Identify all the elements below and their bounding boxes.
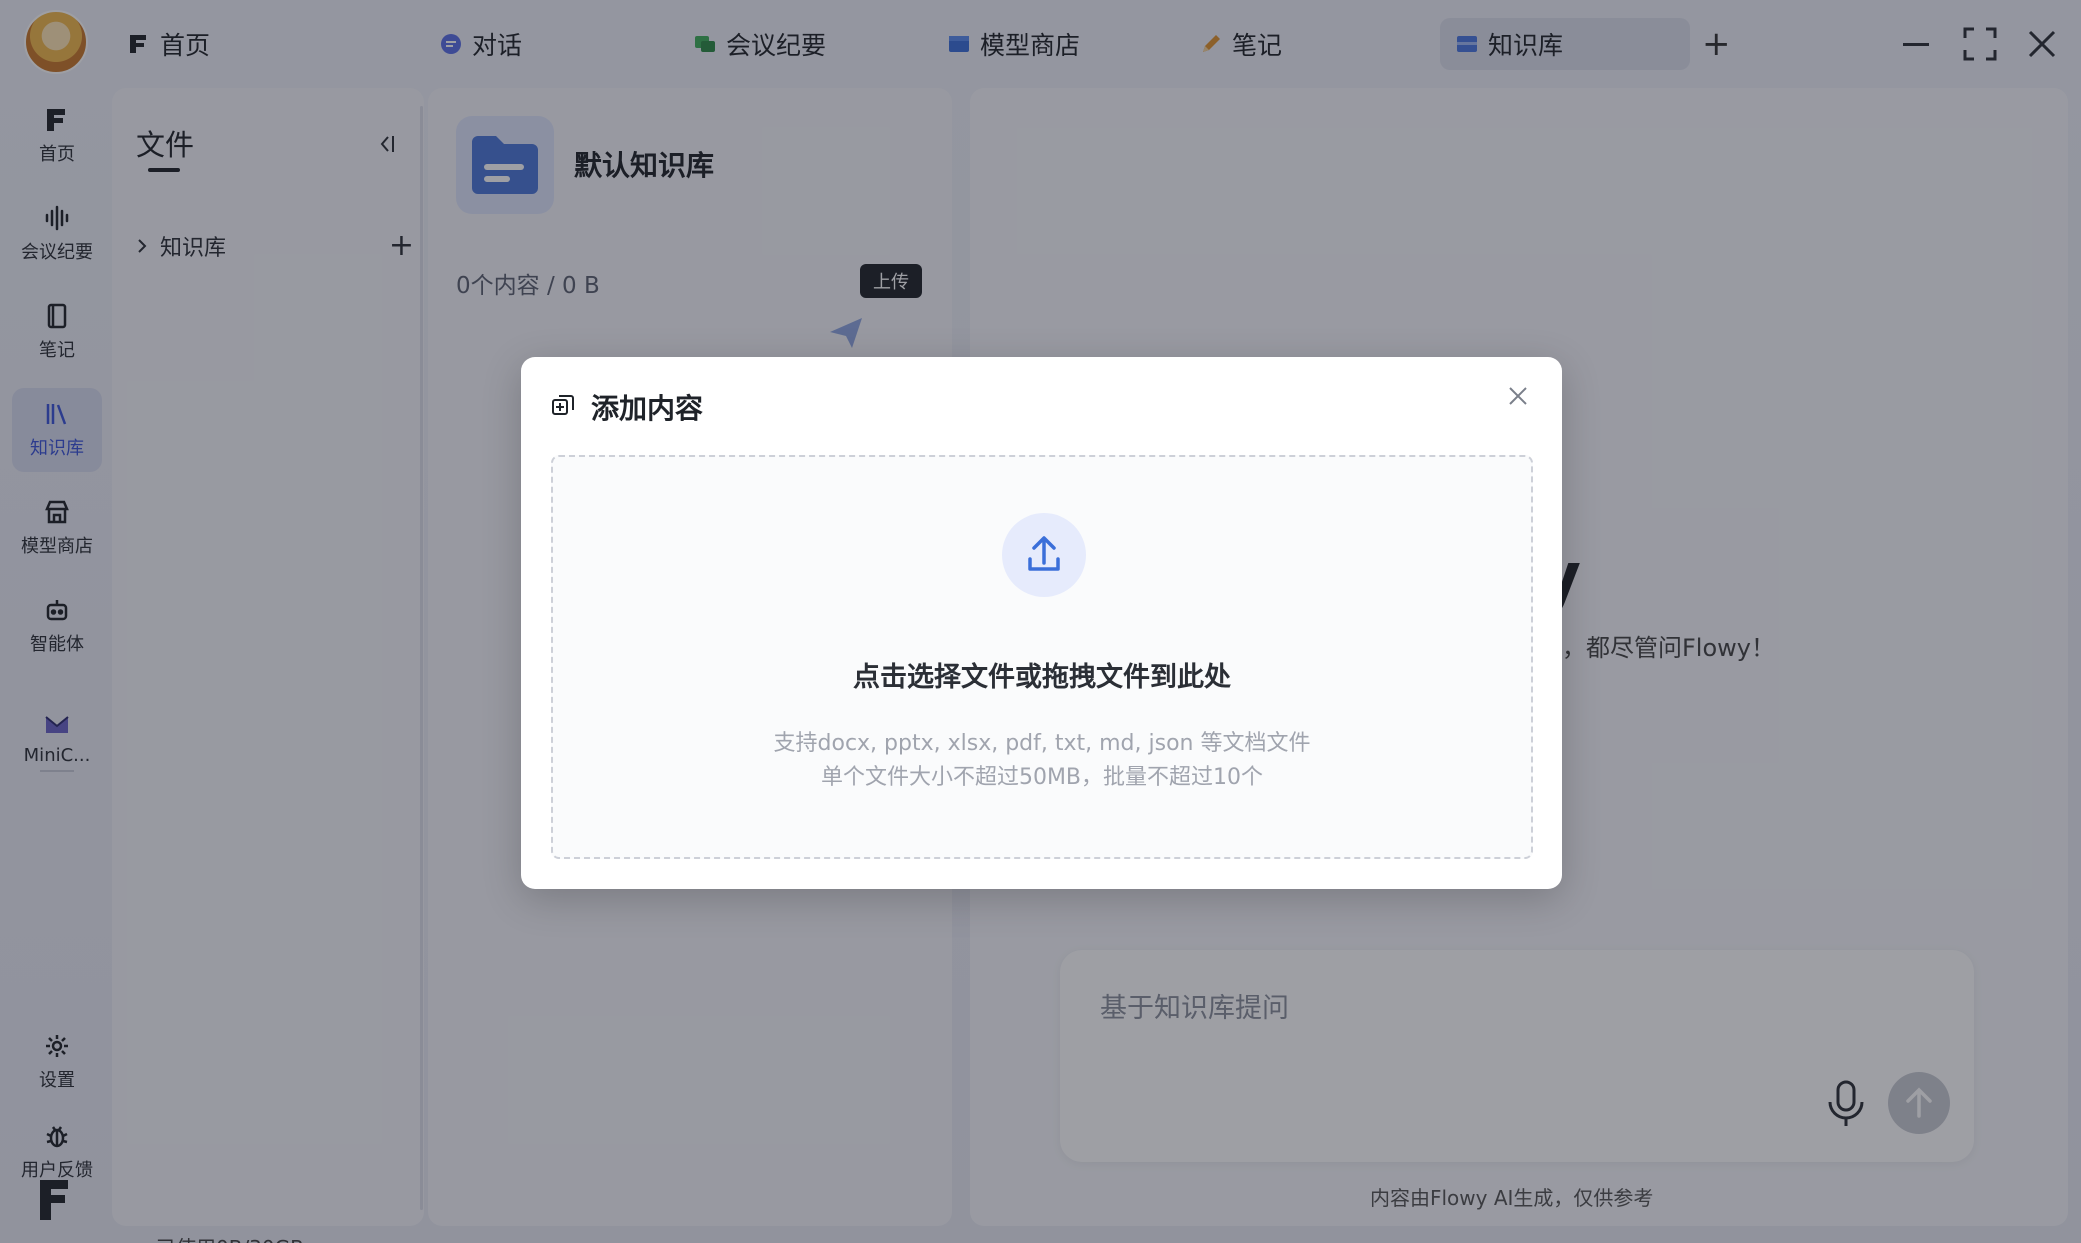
file-dropzone[interactable]: 点击选择文件或拖拽文件到此处 支持docx, pptx, xlsx, pdf, …: [551, 455, 1533, 859]
add-content-icon: [552, 395, 574, 415]
upload-icon-wrapper: [1002, 513, 1086, 597]
supported-formats-hint: 支持docx, pptx, xlsx, pdf, txt, md, json 等…: [773, 731, 1311, 756]
add-content-dialog: 添加内容 点击选择文件或拖拽文件到此处 支持docx, pptx, xlsx, …: [521, 357, 1562, 889]
app-window: 首页 对话 会议纪要 模型商店 笔记 知识库 + 首页 会议纪要 笔记 知识库 …: [0, 0, 2081, 1243]
dialog-title: 添加内容: [591, 392, 704, 425]
upload-icon: [1028, 536, 1060, 571]
dropzone-title: 点击选择文件或拖拽文件到此处: [853, 662, 1231, 693]
close-icon[interactable]: [1507, 385, 1529, 407]
file-limit-hint: 单个文件大小不超过50MB，批量不超过10个: [820, 765, 1264, 790]
